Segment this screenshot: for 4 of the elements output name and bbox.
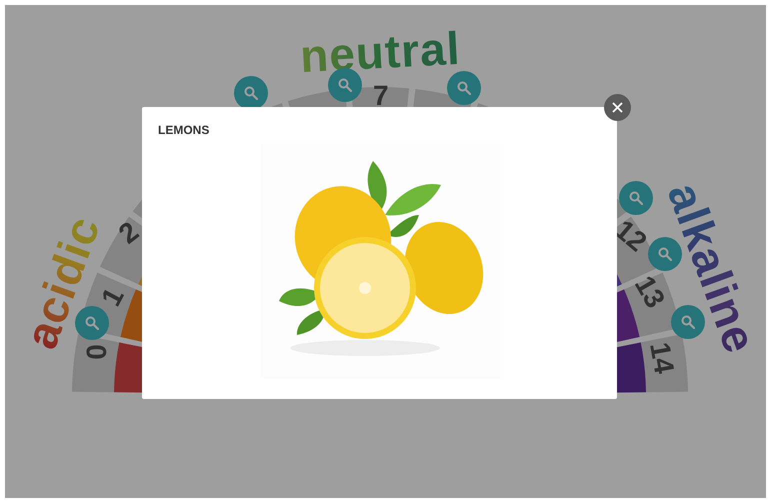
ph-number: 2: [114, 217, 144, 249]
modal-title: LEMONS: [158, 123, 210, 137]
ph-number: 7: [373, 82, 389, 110]
ph-number: 12: [610, 215, 652, 257]
